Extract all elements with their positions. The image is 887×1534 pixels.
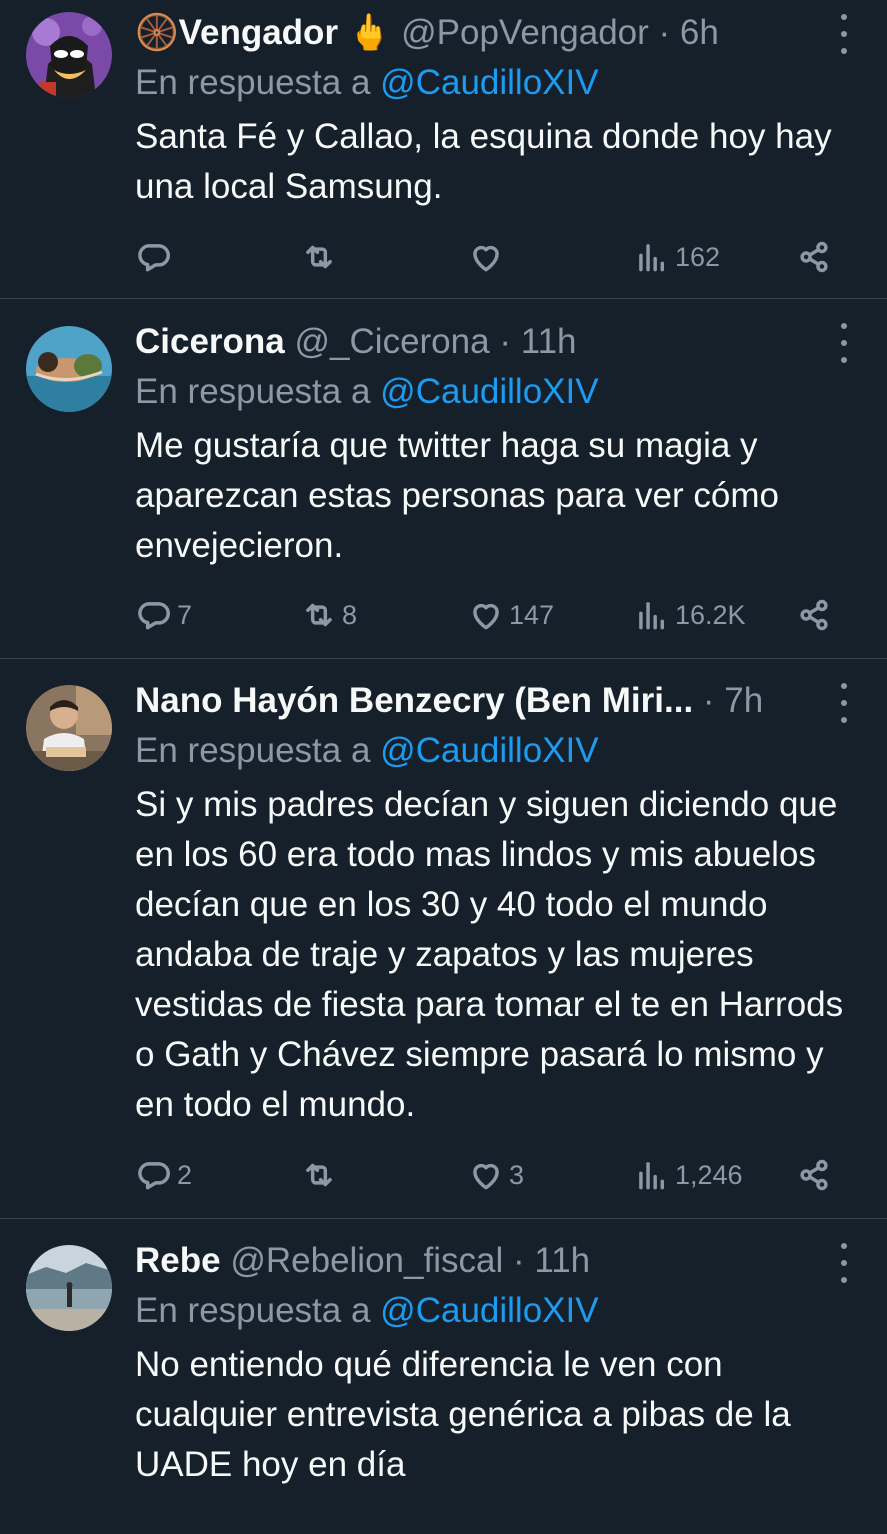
like-count: 3: [509, 1159, 525, 1190]
more-icon[interactable]: [831, 1243, 857, 1283]
heart-icon: [473, 245, 499, 272]
views-count: 162: [675, 241, 721, 272]
share-button[interactable]: [795, 595, 833, 635]
handle[interactable]: @_Cicerona: [295, 322, 490, 361]
reply-context: En respuesta a @CaudilloXIV: [135, 1286, 847, 1336]
tweet-text: No entiendo qué diferencia le ven con cu…: [135, 1345, 791, 1484]
tweet-text: Me gustaría que twitter haga su magia y …: [135, 426, 779, 565]
avatar[interactable]: [26, 326, 112, 412]
handle[interactable]: @Rebelion_fiscal: [230, 1241, 503, 1280]
tweet-header: Rebe @Rebelion_fiscal · 11h: [135, 1236, 847, 1286]
share-icon: [800, 599, 828, 631]
retweet-icon: [306, 603, 332, 627]
more-icon[interactable]: [831, 14, 857, 54]
heart-icon: [473, 603, 499, 630]
views-count: 16.2K: [675, 599, 746, 630]
views-icon: [639, 602, 665, 630]
tweet[interactable]: Rebe @Rebelion_fiscal · 11h En respuesta…: [0, 1219, 887, 1534]
tweet-text: Si y mis padres decían y siguen diciendo…: [135, 785, 844, 1124]
reply-mention[interactable]: @CaudilloXIV: [380, 372, 598, 411]
reply-context: En respuesta a @CaudilloXIV: [135, 367, 847, 417]
reply-button[interactable]: [135, 237, 177, 277]
retweet-button[interactable]: 8: [300, 595, 357, 635]
timestamp[interactable]: · 11h: [499, 322, 576, 361]
reply-prefix: En respuesta a: [135, 1291, 371, 1330]
handle[interactable]: @PopVengador: [401, 13, 649, 52]
reply-mention[interactable]: @CaudilloXIV: [380, 731, 598, 770]
views-button[interactable]: 162: [633, 237, 720, 277]
more-icon[interactable]: [831, 683, 857, 723]
reply-prefix: En respuesta a: [135, 372, 371, 411]
views-icon: [639, 1162, 665, 1190]
retweet-count: 8: [342, 599, 358, 630]
tweet-text: Santa Fé y Callao, la esquina donde hoy …: [135, 117, 832, 206]
tweet-header: Cicerona @_Cicerona · 11h: [135, 317, 847, 367]
reply-icon: [138, 602, 170, 630]
reply-count: 2: [177, 1159, 193, 1190]
action-bar: 7 8 147 16.2K: [135, 595, 847, 635]
reply-button[interactable]: 7: [135, 595, 192, 635]
tweet[interactable]: Nano Hayón Benzecry (Ben Miri... · 7h En…: [0, 659, 887, 1219]
avatar-image: [26, 685, 112, 771]
retweet-icon: [306, 245, 332, 269]
avatar-image: [26, 1245, 112, 1331]
tweet-header: 🛞Vengador 🖕 @PopVengador · 6h: [135, 8, 847, 58]
reply-icon: [138, 1162, 170, 1190]
reply-prefix: En respuesta a: [135, 731, 371, 770]
timestamp[interactable]: · 6h: [659, 13, 719, 52]
display-name[interactable]: Cicerona: [135, 322, 285, 361]
action-bar: 162: [135, 237, 847, 277]
like-button[interactable]: 147: [467, 595, 554, 635]
more-icon[interactable]: [831, 323, 857, 363]
reply-context: En respuesta a @CaudilloXIV: [135, 58, 847, 108]
retweet-icon: [306, 1163, 332, 1187]
views-count: 1,246: [675, 1159, 743, 1190]
tweet[interactable]: 🛞Vengador 🖕 @PopVengador · 6h En respues…: [0, 0, 887, 299]
retweet-button[interactable]: [300, 1155, 342, 1195]
tweet-header: Nano Hayón Benzecry (Ben Miri... · 7h: [135, 676, 847, 726]
like-button[interactable]: [467, 237, 509, 277]
display-name[interactable]: Rebe: [135, 1241, 221, 1280]
avatar[interactable]: [26, 685, 112, 771]
share-icon: [800, 241, 828, 273]
reply-count: 7: [177, 599, 193, 630]
timestamp[interactable]: · 7h: [703, 681, 763, 720]
avatar-image: [26, 326, 112, 412]
reply-prefix: En respuesta a: [135, 63, 371, 102]
reply-icon: [138, 244, 170, 272]
share-button[interactable]: [795, 1155, 833, 1195]
share-icon: [800, 1159, 828, 1191]
reply-button[interactable]: 2: [135, 1155, 192, 1195]
reply-mention[interactable]: @CaudilloXIV: [380, 1291, 598, 1330]
avatar[interactable]: [26, 12, 112, 98]
share-button[interactable]: [795, 237, 833, 277]
views-button[interactable]: 16.2K: [633, 595, 746, 635]
tweet[interactable]: Cicerona @_Cicerona · 11h En respuesta a…: [0, 299, 887, 659]
like-button[interactable]: 3: [467, 1155, 524, 1195]
action-bar: 2 3 1,246: [135, 1155, 847, 1195]
display-name[interactable]: 🛞Vengador 🖕: [135, 13, 391, 52]
views-button[interactable]: 1,246: [633, 1155, 743, 1195]
reply-context: En respuesta a @CaudilloXIV: [135, 726, 847, 776]
reply-mention[interactable]: @CaudilloXIV: [380, 63, 598, 102]
heart-icon: [473, 1163, 499, 1190]
timestamp[interactable]: · 11h: [513, 1241, 590, 1280]
views-icon: [639, 244, 665, 272]
avatar-image: [26, 12, 112, 98]
retweet-button[interactable]: [300, 237, 342, 277]
like-count: 147: [509, 599, 555, 630]
display-name[interactable]: Nano Hayón Benzecry (Ben Miri...: [135, 681, 693, 720]
avatar[interactable]: [26, 1245, 112, 1331]
